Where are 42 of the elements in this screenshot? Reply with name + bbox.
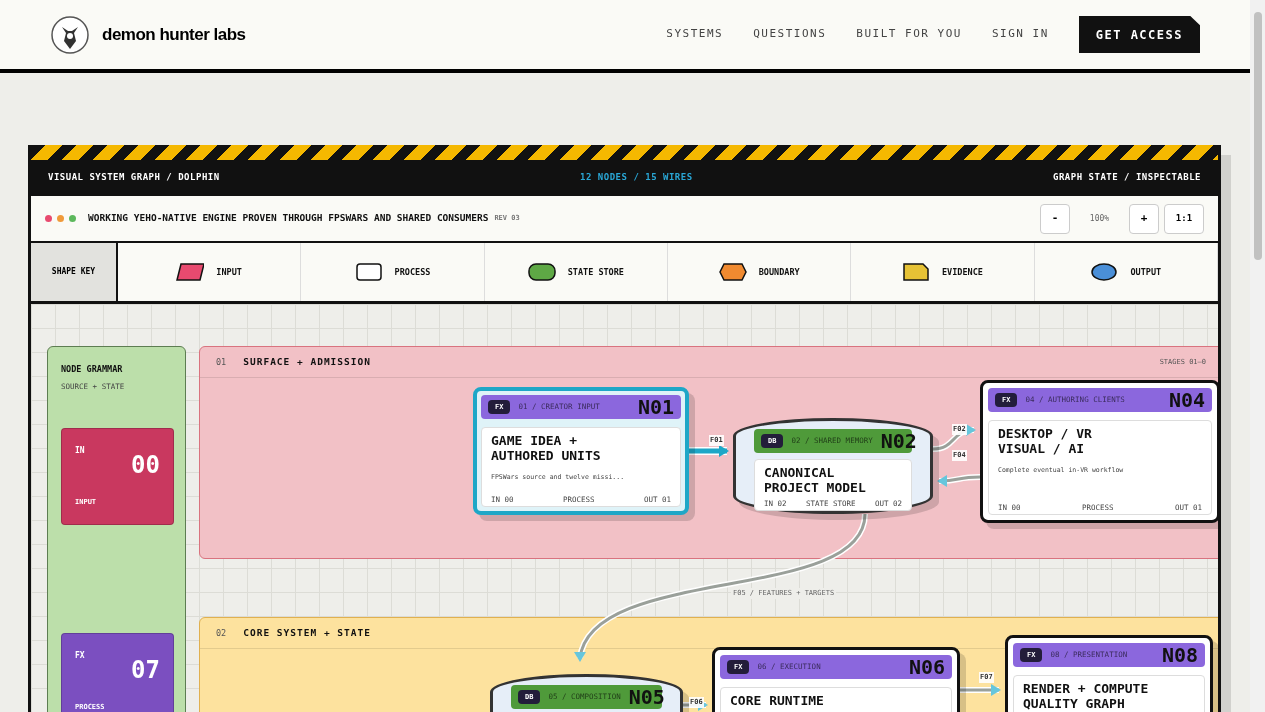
shape-key-label: STATE STORE bbox=[567, 265, 624, 279]
scrollbar[interactable] bbox=[1250, 0, 1265, 712]
node-title: CORE RUNTIME bbox=[730, 693, 825, 708]
card-count: 07 bbox=[131, 655, 160, 686]
zoom-out-button[interactable]: - bbox=[1040, 203, 1070, 234]
node-id: N04 bbox=[1168, 390, 1205, 410]
shape-key-label: PROCESS bbox=[394, 265, 431, 279]
graph-counts: 12 NODES / 15 WIRES bbox=[580, 171, 693, 185]
nav-link[interactable]: SYSTEMS bbox=[666, 26, 724, 43]
stage-number: 02 bbox=[216, 626, 227, 640]
shape-key-label: SHAPE KEY bbox=[31, 243, 118, 301]
zoom-level: 100% bbox=[1088, 212, 1111, 225]
graph-title: VISUAL SYSTEM GRAPH / DOLPHIN bbox=[48, 171, 220, 185]
card-tag: FX bbox=[75, 650, 85, 662]
stage-number: 01 bbox=[216, 355, 227, 369]
demon-emblem-icon bbox=[50, 14, 90, 55]
shape-key-label: EVIDENCE bbox=[942, 265, 983, 279]
node-id: N08 bbox=[1161, 645, 1198, 665]
zoom-in-button[interactable]: + bbox=[1129, 203, 1159, 234]
nav-link[interactable]: SIGN IN bbox=[991, 26, 1049, 43]
reset-zoom-button[interactable]: 1:1 bbox=[1164, 203, 1204, 234]
node-title: RENDER + COMPUTE QUALITY GRAPH bbox=[1023, 681, 1150, 711]
panel-title: NODE GRAMMAR bbox=[61, 363, 124, 376]
node-title: CANONICAL PROJECT MODEL bbox=[764, 465, 867, 495]
node-id: N06 bbox=[908, 657, 945, 677]
scrollbar-thumb[interactable] bbox=[1253, 12, 1262, 260]
nav-link[interactable]: QUESTIONS bbox=[753, 26, 827, 43]
card-count: 00 bbox=[131, 450, 160, 481]
node-title: GAME IDEA + AUTHORED UNITS bbox=[491, 433, 602, 463]
node-title: DESKTOP / VR VISUAL / AI bbox=[998, 426, 1093, 456]
nav-link[interactable]: BUILT FOR YOU bbox=[856, 26, 962, 43]
brand-name[interactable]: demon hunter labs bbox=[102, 21, 246, 48]
node-id: N01 bbox=[637, 397, 674, 417]
card-tag: IN bbox=[75, 445, 85, 457]
get-access-button[interactable]: GET ACCESS bbox=[1078, 16, 1200, 53]
shape-key-label: BOUNDARY bbox=[758, 265, 800, 279]
stage-title: CORE SYSTEM + STATE bbox=[243, 625, 371, 640]
status-title: WORKING YEHO-NATIVE ENGINE PROVEN THROUGH FPSWARS AND SHARED CONSUMERS bbox=[88, 211, 489, 226]
shape-key-label: INPUT bbox=[216, 265, 242, 279]
graph-state: GRAPH STATE / INSPECTABLE bbox=[1053, 171, 1201, 185]
stage-title: SURFACE + ADMISSION bbox=[243, 354, 371, 369]
shape-key-label: OUTPUT bbox=[1130, 265, 1162, 279]
